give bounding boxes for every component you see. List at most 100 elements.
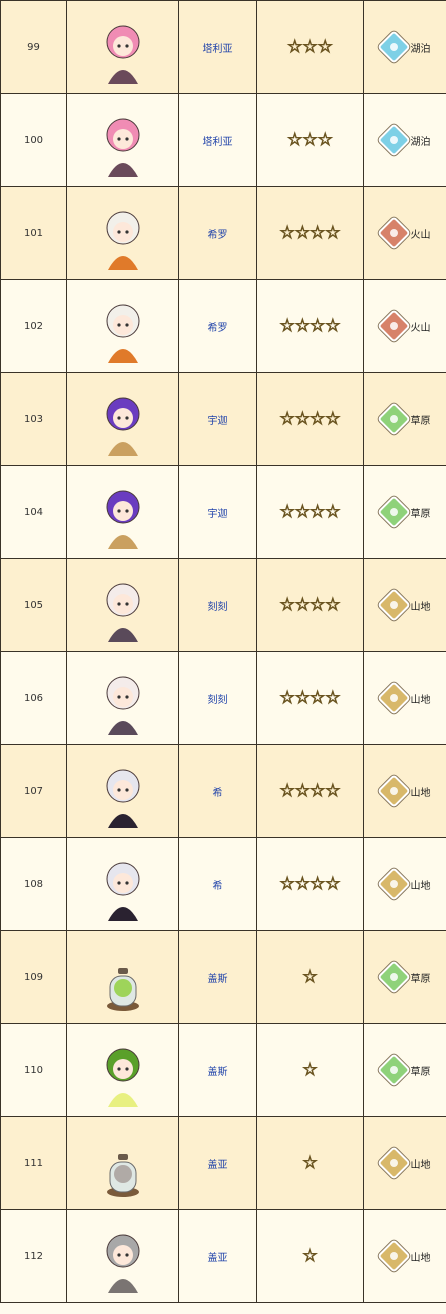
- table-row: 109 盖斯 ☆ 草原: [0, 930, 446, 1024]
- pet-name-link[interactable]: 宇迦: [208, 509, 228, 520]
- rarity-stars: ☆☆☆☆: [279, 687, 341, 708]
- star-icon: ☆☆☆☆: [279, 408, 341, 429]
- star-icon: ☆☆☆☆: [279, 780, 341, 801]
- pet-number: 105: [23, 599, 44, 611]
- pet-number: 100: [23, 134, 44, 146]
- star-icon: ☆☆☆☆: [279, 315, 341, 336]
- star-icon: ☆☆☆☆: [279, 594, 341, 615]
- pet-name-link[interactable]: 希罗: [208, 230, 228, 241]
- habitat-label: 草原: [410, 415, 431, 427]
- pet-name-link[interactable]: 塔利亚: [203, 137, 233, 148]
- habitat-badge: 山地: [376, 588, 431, 622]
- habitat-label: 山地: [410, 1159, 431, 1171]
- pet-number: 102: [23, 320, 44, 332]
- table-row: 103 宇迦 ☆☆☆☆ 草原: [0, 372, 446, 466]
- green-egg-jar-icon[interactable]: [88, 936, 158, 1018]
- habitat-icon: [376, 30, 411, 64]
- pet-name-link[interactable]: 塔利亚: [203, 44, 233, 55]
- pet-table: 99 塔利亚 ☆☆☆ 湖泊 100 塔利亚 ☆☆☆ 湖泊 101 希罗 ☆☆☆☆ 火山 102 希罗 ☆☆☆…: [0, 0, 446, 1303]
- habitat-label: 山地: [410, 1252, 431, 1264]
- star-icon: ☆☆☆☆: [279, 687, 341, 708]
- table-row: 105 刻刻 ☆☆☆☆ 山地: [0, 558, 446, 652]
- habitat-icon: [376, 309, 411, 343]
- pet-name-link[interactable]: 盖亚: [208, 1253, 228, 1264]
- bunny-clock-icon[interactable]: [88, 657, 158, 739]
- pink-hair-scythe-icon[interactable]: [88, 99, 158, 181]
- habitat-icon: [376, 681, 411, 715]
- table-row: 99 塔利亚 ☆☆☆ 湖泊: [0, 0, 446, 94]
- rarity-stars: ☆☆☆☆: [279, 408, 341, 429]
- pet-name-link[interactable]: 希: [213, 788, 223, 799]
- white-hair-basket-icon[interactable]: [88, 285, 158, 367]
- pet-number: 108: [23, 878, 44, 890]
- habitat-label: 火山: [410, 229, 431, 241]
- table-row: 102 希罗 ☆☆☆☆ 火山: [0, 279, 446, 373]
- habitat-badge: 草原: [376, 1053, 431, 1087]
- rarity-stars: ☆☆☆☆: [279, 315, 341, 336]
- table-row: 110 盖斯 ☆ 草原: [0, 1023, 446, 1117]
- rarity-stars: ☆☆☆: [287, 36, 334, 57]
- white-hair-basket-icon[interactable]: [88, 192, 158, 274]
- grey-egg-jar-icon[interactable]: [88, 1122, 158, 1204]
- habitat-label: 山地: [410, 601, 431, 613]
- habitat-label: 山地: [410, 694, 431, 706]
- bunny-clock-icon[interactable]: [88, 564, 158, 646]
- table-row: 104 宇迦 ☆☆☆☆ 草原: [0, 465, 446, 559]
- star-icon: ☆☆☆☆: [279, 873, 341, 894]
- habitat-badge: 草原: [376, 960, 431, 994]
- pet-name-link[interactable]: 希: [213, 881, 223, 892]
- rarity-stars: ☆☆☆☆: [279, 780, 341, 801]
- pet-name-link[interactable]: 刻刻: [208, 695, 228, 706]
- habitat-icon: [376, 402, 411, 436]
- grey-hair-girl-icon[interactable]: [88, 1215, 158, 1297]
- star-icon: ☆☆☆: [287, 36, 334, 57]
- rarity-stars: ☆: [302, 966, 318, 987]
- table-row: 112 盖亚 ☆ 山地: [0, 1209, 446, 1303]
- pet-name-link[interactable]: 盖斯: [208, 1067, 228, 1078]
- pink-hair-scythe-icon[interactable]: [88, 6, 158, 88]
- habitat-icon: [376, 495, 411, 529]
- star-icon: ☆: [302, 1152, 318, 1173]
- pet-name-link[interactable]: 宇迦: [208, 416, 228, 427]
- pet-number: 106: [23, 692, 44, 704]
- habitat-badge: 山地: [376, 1146, 431, 1180]
- habitat-icon: [376, 216, 411, 250]
- table-row: 101 希罗 ☆☆☆☆ 火山: [0, 186, 446, 280]
- rarity-stars: ☆☆☆: [287, 131, 334, 149]
- rarity-stars: ☆☆☆☆: [279, 503, 341, 521]
- witch-staff-icon[interactable]: [88, 843, 158, 925]
- pet-name-link[interactable]: 刻刻: [208, 602, 228, 613]
- pet-number: 99: [27, 41, 40, 53]
- habitat-label: 火山: [410, 322, 431, 334]
- purple-hair-pot-icon[interactable]: [88, 378, 158, 460]
- green-snail-girl-icon[interactable]: [88, 1029, 158, 1111]
- habitat-icon: [376, 960, 411, 994]
- habitat-icon: [376, 123, 411, 157]
- habitat-icon: [376, 867, 411, 901]
- witch-staff-icon[interactable]: [88, 750, 158, 832]
- table-row: 106 刻刻 ☆☆☆☆ 山地: [0, 651, 446, 745]
- pet-name-link[interactable]: 盖斯: [208, 974, 228, 985]
- star-icon: ☆: [302, 1245, 318, 1266]
- purple-hair-pot-icon[interactable]: [88, 471, 158, 553]
- rarity-stars: ☆: [302, 1152, 318, 1173]
- habitat-icon: [376, 774, 411, 808]
- habitat-label: 湖泊: [410, 136, 431, 148]
- pet-number: 104: [23, 506, 44, 518]
- habitat-badge: 火山: [376, 216, 431, 250]
- habitat-label: 湖泊: [410, 43, 431, 55]
- star-icon: ☆☆☆☆: [279, 222, 341, 243]
- pet-name-link[interactable]: 希罗: [208, 323, 228, 334]
- habitat-badge: 湖泊: [376, 30, 431, 64]
- star-icon: ☆: [302, 966, 318, 987]
- habitat-label: 山地: [410, 787, 431, 799]
- pet-number: 110: [23, 1064, 44, 1076]
- habitat-label: 草原: [410, 973, 431, 985]
- habitat-badge: 山地: [376, 774, 431, 808]
- habitat-label: 草原: [410, 508, 431, 520]
- pet-number: 112: [23, 1250, 44, 1262]
- habitat-badge: 湖泊: [376, 123, 431, 157]
- habitat-badge: 山地: [376, 867, 431, 901]
- habitat-badge: 火山: [376, 309, 431, 343]
- pet-name-link[interactable]: 盖亚: [208, 1160, 228, 1171]
